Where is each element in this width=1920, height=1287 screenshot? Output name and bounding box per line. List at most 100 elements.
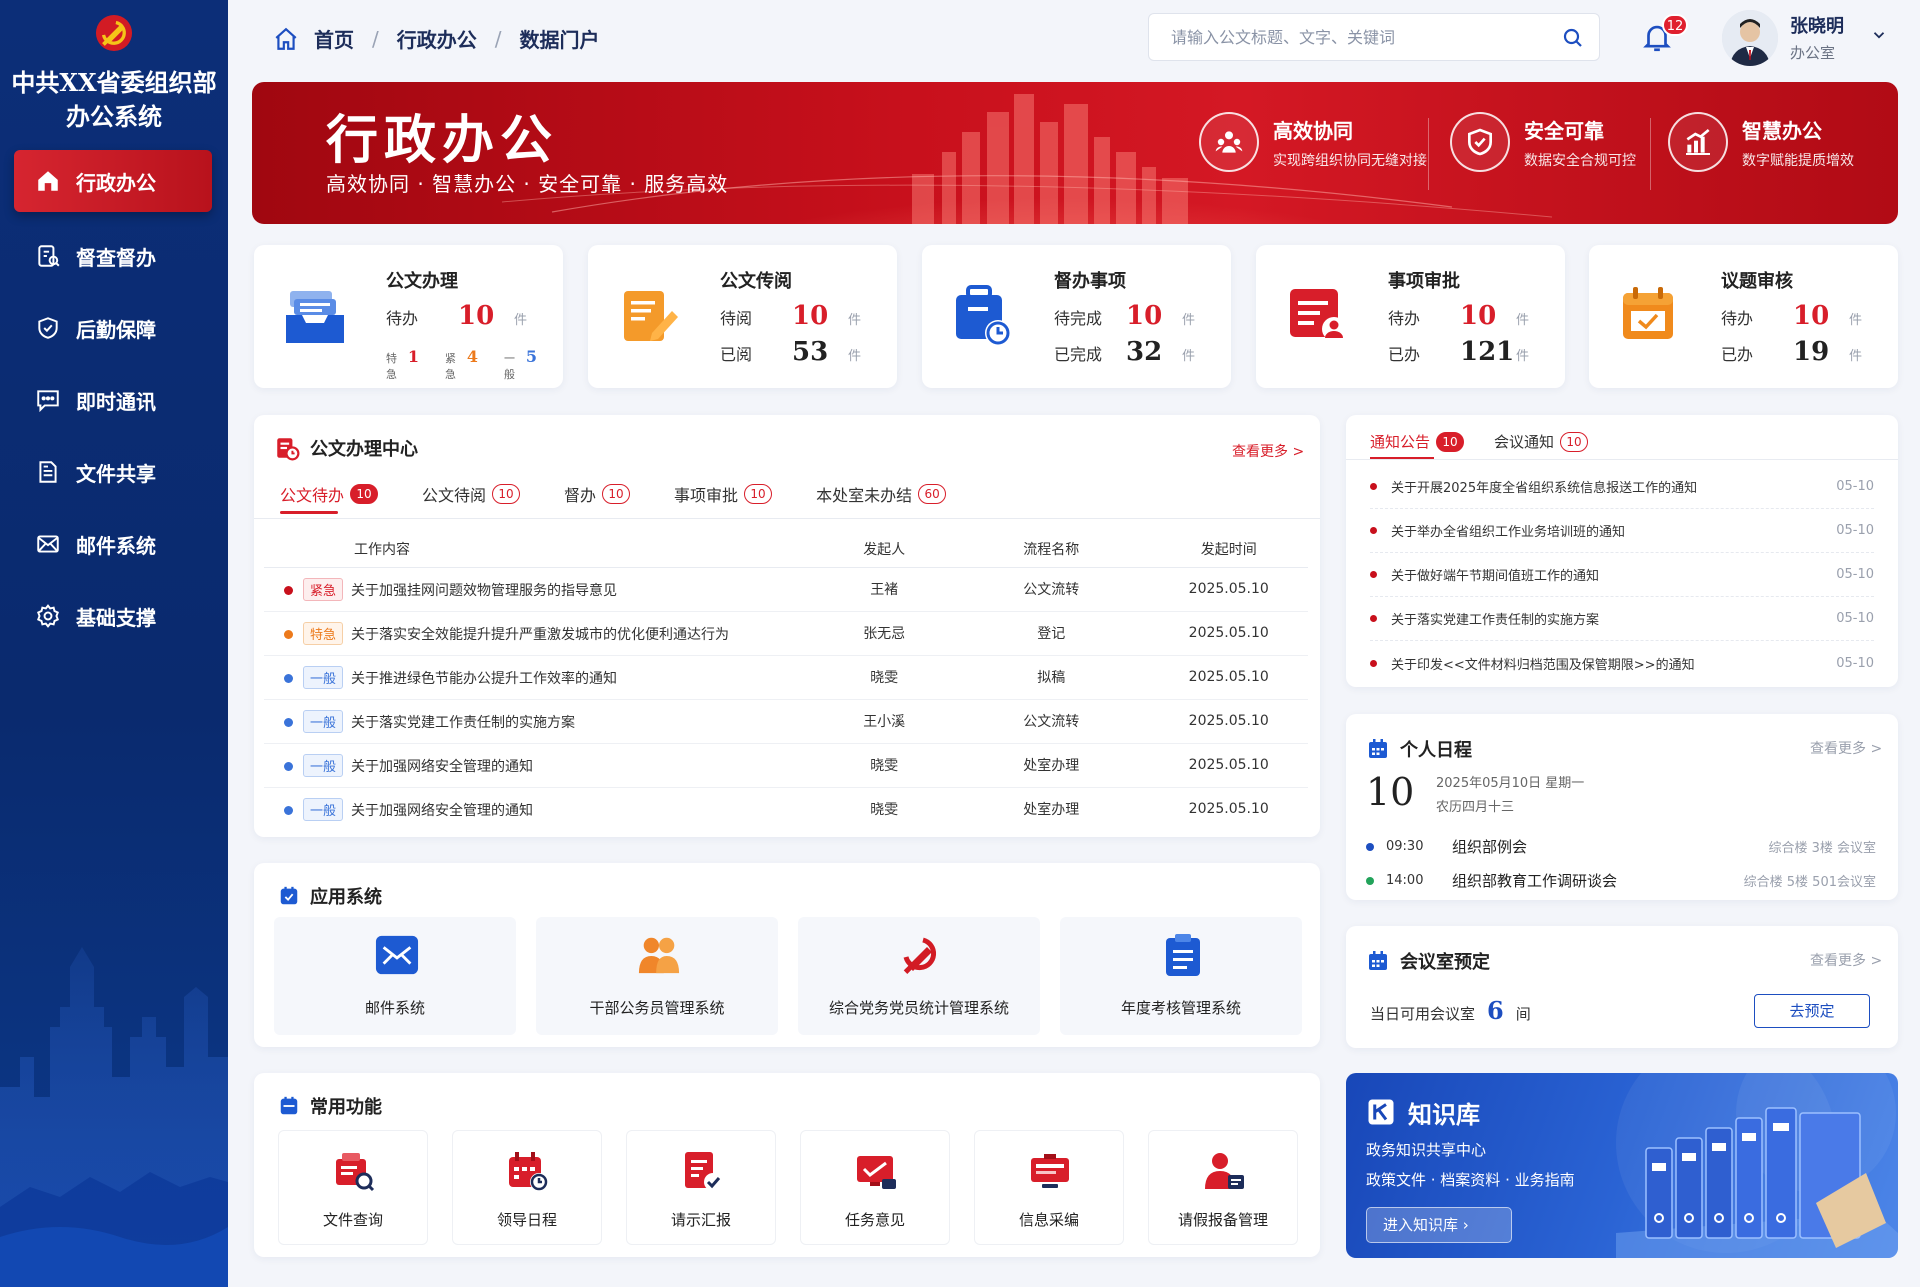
search-input[interactable] xyxy=(1171,14,1551,60)
notice-title: 关于举办全省组织工作业务培训班的通知 xyxy=(1391,525,1626,540)
sidebar-item-inspection[interactable]: 督查督办 xyxy=(0,220,228,292)
doc-title[interactable]: 关于加强网络安全管理的通知 xyxy=(351,803,533,819)
table-row[interactable]: 一般 关于落实党建工作责任制的实施方案 王小溪 公文流转 2025.05.10 xyxy=(264,699,1308,744)
book-room-button[interactable]: 去预定 xyxy=(1754,994,1870,1028)
tab-meeting-notices[interactable]: 会议通知 10 xyxy=(1494,431,1589,452)
tab-doc-to-read[interactable]: 公文待阅 10 xyxy=(422,479,521,509)
func-request-report[interactable]: 请示汇报 xyxy=(626,1130,776,1245)
schedule-location: 综合楼 5楼 501会议室 xyxy=(1743,875,1876,890)
stat-unit: 件 xyxy=(1849,349,1863,364)
search-icon[interactable] xyxy=(1561,26,1585,50)
view-more-link[interactable]: 查看更多 > xyxy=(1810,950,1882,970)
enter-knowledge-base-button[interactable]: 进入知识库 › xyxy=(1366,1207,1512,1243)
stat-label: 已办 xyxy=(1388,345,1421,364)
func-file-search[interactable]: 文件查询 xyxy=(278,1130,428,1245)
meeting-room-panel: 会议室预定 查看更多 > 当日可用会议室 6 间 去预定 xyxy=(1346,926,1898,1048)
app-annual-assessment[interactable]: 年度考核管理系统 xyxy=(1060,917,1302,1035)
breakdown-label: 紧急 xyxy=(445,352,456,381)
func-leave-management[interactable]: 请假报备管理 xyxy=(1148,1130,1298,1245)
banner-feature-title: 高效协同 xyxy=(1273,118,1353,143)
func-leader-schedule[interactable]: 领导日程 xyxy=(452,1130,602,1245)
divider xyxy=(1346,459,1898,460)
table-row[interactable]: 一般 关于推进绿色节能办公提升工作效率的通知 晓雯 拟稿 2025.05.10 xyxy=(264,655,1308,700)
stat-label: 待办 xyxy=(1721,309,1754,328)
stat-card-doc-processing[interactable]: 公文办理 待办 10 件 特急 1 紧急 4 一般 5 xyxy=(254,245,563,388)
function-label: 文件查询 xyxy=(322,1211,383,1229)
knowledge-base-card[interactable]: 知识库 政务知识共享中心 政策文件 · 档案资料 · 业务指南 进入知识库 › xyxy=(1346,1073,1898,1258)
list-item[interactable]: 关于落实党建工作责任制的实施方案 05-10 xyxy=(1370,597,1874,641)
table-row[interactable]: 一般 关于加强网络安全管理的通知 晓雯 处室办理 2025.05.10 xyxy=(264,787,1308,831)
sidebar-item-admin-office[interactable]: 行政办公 xyxy=(14,150,212,212)
breadcrumb-admin-office[interactable]: 行政办公 xyxy=(397,24,477,53)
panel-title-text: 公文办理中心 xyxy=(310,439,418,460)
sidebar-item-logistics[interactable]: 后勤保障 xyxy=(0,292,228,364)
avatar[interactable] xyxy=(1722,10,1778,66)
banner-subtitle: 高效协同 · 智慧办公 · 安全可靠 · 服务高效 xyxy=(326,172,729,196)
sidebar-item-im[interactable]: 即时通讯 xyxy=(0,364,228,436)
available-rooms-count: 6 xyxy=(1487,996,1504,1025)
table-row[interactable]: 一般 关于加强网络安全管理的通知 晓雯 处室办理 2025.05.10 xyxy=(264,743,1308,788)
tab-approval[interactable]: 事项审批 10 xyxy=(674,479,773,509)
stat-card-approval[interactable]: 事项审批 待办 10 件 已办 121 件 xyxy=(1256,245,1565,388)
chevron-down-icon[interactable] xyxy=(1870,26,1888,44)
table-row[interactable]: 紧急 关于加强挂网问题效物管理服务的指导意见 王褚 公文流转 2025.05.10 xyxy=(264,567,1308,612)
knowledge-categories: 政策文件 · 档案资料 · 业务指南 xyxy=(1366,1171,1575,1189)
stat-label: 待办 xyxy=(1388,309,1421,328)
available-rooms-label: 当日可用会议室 xyxy=(1370,1005,1476,1023)
view-more-link[interactable]: 查看更多 > xyxy=(1232,441,1304,461)
sidebar-item-infrastructure[interactable]: 基础支撑 xyxy=(0,580,228,652)
sidebar-item-label: 文件共享 xyxy=(76,461,156,486)
stat-card-doc-circulation[interactable]: 公文传阅 待阅 10 件 已阅 53 件 xyxy=(588,245,897,388)
home-icon[interactable] xyxy=(272,26,300,52)
schedule-item[interactable]: 09:30 组织部例会 综合楼 3楼 会议室 xyxy=(1366,836,1876,857)
doc-title[interactable]: 关于加强网络安全管理的通知 xyxy=(351,759,533,775)
briefcase-clock-icon xyxy=(956,285,1011,346)
priority-dot xyxy=(284,674,293,683)
stat-value: 32 xyxy=(1126,337,1163,367)
stat-card-topic-review[interactable]: 议题审核 待办 10 件 已办 19 件 xyxy=(1589,245,1898,388)
tab-doc-pending[interactable]: 公文待办 10 xyxy=(280,479,379,509)
list-item[interactable]: 关于开展2025年度全省组织系统信息报送工作的通知 05-10 xyxy=(1370,465,1874,509)
app-cadre-management[interactable]: 干部公务员管理系统 xyxy=(536,917,778,1035)
stat-card-supervision[interactable]: 督办事项 待完成 10 件 已完成 32 件 xyxy=(922,245,1231,388)
doc-title[interactable]: 关于加强挂网问题效物管理服务的指导意见 xyxy=(351,583,617,599)
banner-feature-security: 安全可靠 数据安全合规可控 xyxy=(1450,112,1636,172)
schedule-item[interactable]: 14:00 组织部教育工作调研谈会 综合楼 5楼 501会议室 xyxy=(1366,870,1876,891)
breadcrumb-home[interactable]: 首页 xyxy=(314,24,354,53)
app-label: 邮件系统 xyxy=(364,999,425,1017)
app-mail-system[interactable]: 邮件系统 xyxy=(274,917,516,1035)
org-name: 中共XX省委组织部 办公系统 xyxy=(11,68,217,131)
tab-unfinished[interactable]: 本处室未办结 60 xyxy=(816,479,947,509)
tab-announcements[interactable]: 通知公告 10 xyxy=(1370,431,1465,452)
doc-title[interactable]: 关于落实安全效能提升提升严重激发城市的优化便利通达行为 xyxy=(351,627,729,643)
tab-supervision[interactable]: 督办 10 xyxy=(564,479,631,509)
tab-count-badge: 10 xyxy=(744,484,773,504)
list-item[interactable]: 关于印发<<文件材料归档范围及保管期限>>的通知 05-10 xyxy=(1370,641,1874,685)
doc-title[interactable]: 关于落实党建工作责任制的实施方案 xyxy=(351,715,575,731)
sidebar-item-mail[interactable]: 邮件系统 xyxy=(0,508,228,580)
sidebar-item-file-share[interactable]: 文件共享 xyxy=(0,436,228,508)
notification-button[interactable]: 12 xyxy=(1640,14,1688,56)
stat-row-pending: 待完成 10 件 xyxy=(1054,301,1195,331)
schedule-name: 组织部例会 xyxy=(1452,838,1528,856)
func-info-edit[interactable]: 信息采编 xyxy=(974,1130,1124,1245)
stat-unit: 件 xyxy=(1516,313,1530,328)
doc-initiator: 晓雯 xyxy=(815,655,953,700)
schedule-day: 10 xyxy=(1366,770,1415,814)
sidebar: 中共XX省委组织部 办公系统 行政办公 督查督办 后勤保障 即时通讯 文件共享 … xyxy=(0,0,228,1287)
tab-count-badge: 10 xyxy=(1560,431,1589,452)
notice-date: 05-10 xyxy=(1836,611,1874,626)
table-row[interactable]: 特急 关于落实安全效能提升提升严重激发城市的优化便利通达行为 张无忌 登记 202… xyxy=(264,611,1308,656)
view-more-link[interactable]: 查看更多 > xyxy=(1810,738,1882,758)
func-task-opinion[interactable]: 任务意见 xyxy=(800,1130,950,1245)
list-item[interactable]: 关于举办全省组织工作业务培训班的通知 05-10 xyxy=(1370,509,1874,553)
list-item[interactable]: 关于做好端午节期间值班工作的通知 05-10 xyxy=(1370,553,1874,597)
stat-value: 121 xyxy=(1460,337,1515,367)
doc-title[interactable]: 关于推进绿色节能办公提升工作效率的通知 xyxy=(351,671,617,687)
stat-label: 待办 xyxy=(386,309,419,328)
stat-value: 19 xyxy=(1793,337,1830,367)
common-functions-panel: 常用功能 文件查询 领导日程 请示汇报 任务意见 信息采编 请假报备管理 xyxy=(254,1073,1320,1257)
priority-tag: 紧急 xyxy=(303,577,344,601)
app-party-statistics[interactable]: 综合党务党员统计管理系统 xyxy=(798,917,1040,1035)
doc-flow: 公文流转 xyxy=(953,699,1150,744)
